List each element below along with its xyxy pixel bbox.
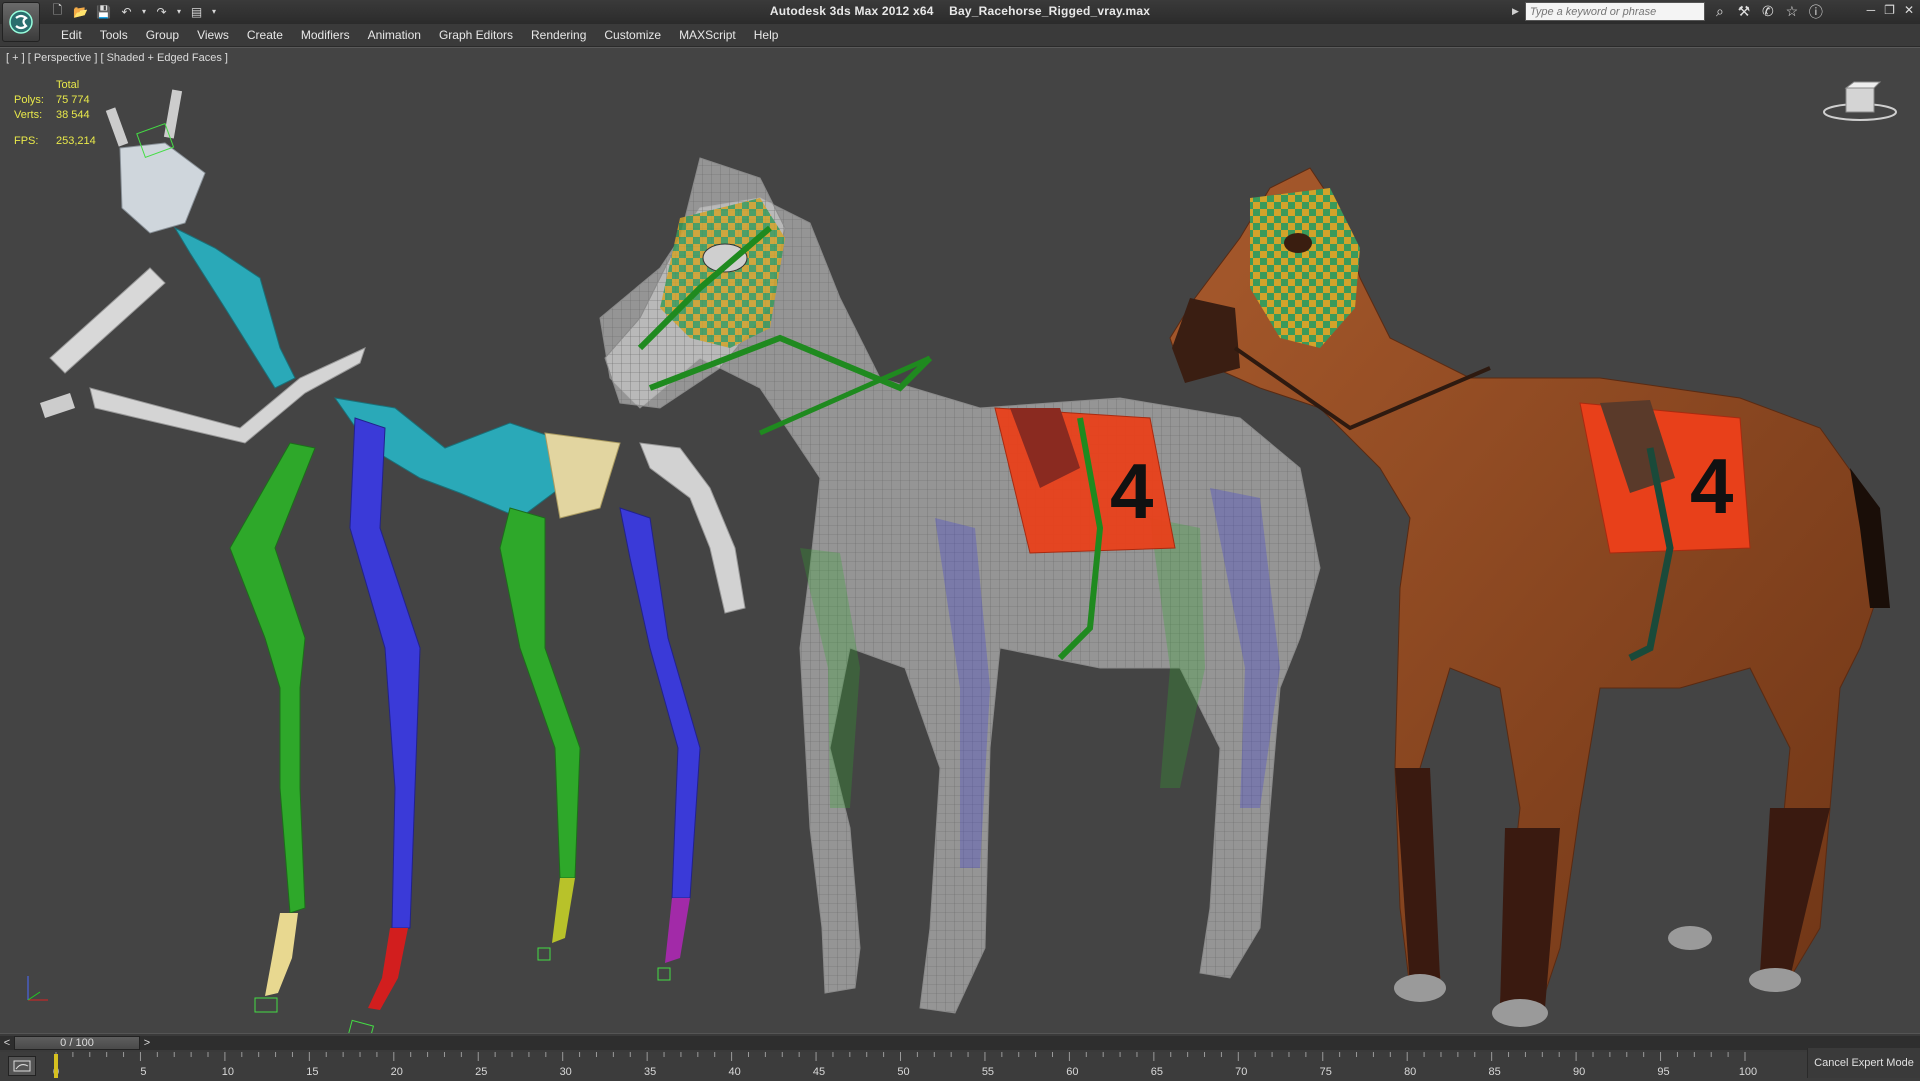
verts-label: Verts:: [14, 109, 43, 121]
verts-value: 38 544: [56, 109, 90, 121]
menu-rendering[interactable]: Rendering: [522, 28, 595, 42]
app-title: Autodesk 3ds Max 2012 x64: [769, 4, 934, 18]
infocenter: ▶ ⌕ ⚒ ✆ ☆ ⓘ: [1512, 2, 1825, 21]
track-bar-toggle[interactable]: [8, 1056, 36, 1076]
timeline-tick-label: 80: [1404, 1066, 1416, 1078]
restore-icon[interactable]: ❐: [1884, 3, 1895, 17]
polys-value: 75 774: [56, 94, 90, 106]
race-number-4-textured: 4: [1690, 442, 1733, 530]
menu-group[interactable]: Group: [137, 28, 188, 42]
next-frame-button[interactable]: >: [140, 1036, 154, 1050]
timeline-tick-label: 95: [1657, 1066, 1669, 1078]
communication-icon[interactable]: ✆: [1759, 3, 1777, 21]
menu-graph-editors[interactable]: Graph Editors: [430, 28, 522, 42]
perspective-viewport[interactable]: 4 4 [+] [Perspective] [Shaded + Edg…: [0, 47, 1920, 1034]
window-controls: ─ ❐ ✕: [1867, 3, 1914, 17]
binoculars-icon[interactable]: ⌕: [1711, 3, 1729, 21]
timeline-tick-label: 40: [728, 1066, 740, 1078]
timeline-tick-label: 90: [1573, 1066, 1585, 1078]
race-number-4: 4: [1110, 447, 1153, 535]
scene-canvas[interactable]: 4 4: [0, 48, 1920, 1034]
help-icon[interactable]: ⓘ: [1807, 3, 1825, 21]
timeline-tick-label: 60: [1066, 1066, 1078, 1078]
timeline-tick-label: 85: [1489, 1066, 1501, 1078]
timeline-tick-label: 65: [1151, 1066, 1163, 1078]
previous-frame-button[interactable]: <: [0, 1036, 14, 1050]
bone-skeleton[interactable]: [40, 89, 746, 1034]
menu-animation[interactable]: Animation: [359, 28, 430, 42]
timeline-tick-label: 35: [644, 1066, 656, 1078]
menu-modifiers[interactable]: Modifiers: [292, 28, 359, 42]
close-icon[interactable]: ✕: [1904, 3, 1914, 17]
menu-edit[interactable]: Edit: [52, 28, 91, 42]
fps-value: 253,214: [56, 135, 96, 147]
3dsmax-logo-icon: [9, 10, 33, 34]
menu-create[interactable]: Create: [238, 28, 292, 42]
expand-search-icon[interactable]: ▶: [1512, 6, 1519, 17]
axis-tripod: [20, 968, 60, 1011]
curve-editor-icon: [13, 1060, 31, 1072]
timeline-tick-label: 50: [897, 1066, 909, 1078]
subscription-icon[interactable]: ⚒: [1735, 3, 1753, 21]
viewcube[interactable]: [1822, 78, 1902, 131]
viewport-label[interactable]: [ + ] [ Perspective ] [ Shaded + Edged F…: [6, 52, 228, 64]
menu-tools[interactable]: Tools: [91, 28, 137, 42]
scene-statistics: Total Polys: 75 774 Verts: 38 544 FPS: 253,…: [14, 78, 96, 149]
timeline-tick-label: 100: [1739, 1066, 1757, 1078]
timeline-tick-label: 70: [1235, 1066, 1247, 1078]
menu-views[interactable]: Views: [188, 28, 238, 42]
fps-label: FPS:: [14, 135, 39, 147]
cancel-expert-mode-button[interactable]: Cancel Expert Mode: [1807, 1048, 1920, 1078]
axis-gizmo-icon: [27, 976, 48, 1001]
timeline-panel: < 0 / 100 > 0510152025303540455055606570…: [0, 1033, 1920, 1081]
timeline-tick-label: 15: [306, 1066, 318, 1078]
polys-label: Polys:: [14, 94, 44, 106]
timeline-tick-label: 55: [982, 1066, 994, 1078]
viewcube-icon: [1823, 81, 1897, 121]
favorites-star-icon[interactable]: ☆: [1783, 3, 1801, 21]
title-bar: 🗋 📂 💾 ↶ ▾ ↷ ▾ ▤ ▾ Autodesk 3ds Max 2012 …: [0, 0, 1920, 42]
stats-header: Total: [56, 79, 80, 91]
timeline-tick-label: 5: [140, 1066, 146, 1078]
app-menu-button[interactable]: [2, 2, 40, 42]
search-input[interactable]: [1524, 2, 1705, 21]
current-frame-marker: [54, 1054, 58, 1078]
menu-customize[interactable]: Customize: [595, 28, 670, 42]
track-bar[interactable]: 0510152025303540455055606570758085909510…: [0, 1052, 1920, 1081]
time-slider-thumb[interactable]: 0 / 100: [14, 1036, 140, 1050]
timeline-tick-label: 20: [391, 1066, 403, 1078]
minimize-icon[interactable]: ─: [1867, 3, 1876, 17]
timeline-tick-label: 30: [560, 1066, 572, 1078]
time-slider[interactable]: < 0 / 100 >: [0, 1036, 1920, 1050]
timeline-tick-label: 25: [475, 1066, 487, 1078]
timeline-tick-label: 45: [813, 1066, 825, 1078]
file-title: Bay_Racehorse_Rigged_vray.max: [949, 4, 1151, 18]
menu-help[interactable]: Help: [745, 28, 788, 42]
menu-maxscript[interactable]: MAXScript: [670, 28, 745, 42]
timeline-tick-label: 10: [222, 1066, 234, 1078]
timeline-tick-label: 75: [1320, 1066, 1332, 1078]
menu-bar: Edit Tools Group Views Create Modifiers …: [0, 24, 1920, 47]
